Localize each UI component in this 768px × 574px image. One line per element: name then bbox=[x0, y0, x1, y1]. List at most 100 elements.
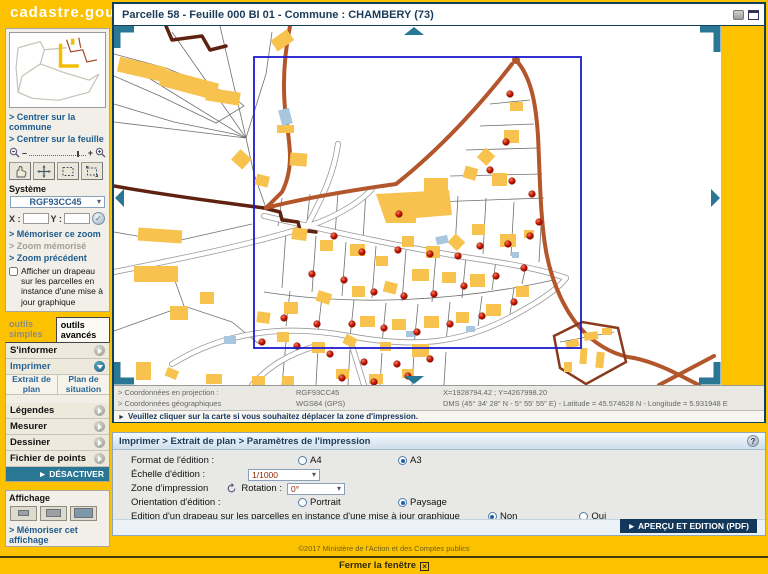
apercu-edition-pdf-button[interactable]: ► APERÇU ET EDITION (PDF) bbox=[620, 519, 757, 533]
extrait-de-plan-link[interactable]: Extrait de plan bbox=[6, 374, 58, 394]
print-zone-label: Zone d'impression bbox=[131, 483, 208, 494]
scale-select[interactable]: 1/1000 ▾ bbox=[248, 469, 320, 481]
radio-a4[interactable] bbox=[298, 456, 307, 465]
expand-arrow-icon[interactable] bbox=[94, 345, 105, 356]
print-panel-header: Imprimer > Extrait de plan > Paramètres … bbox=[113, 433, 765, 450]
memorize-zoom-link[interactable]: > Mémoriser ce zoom bbox=[6, 228, 109, 240]
pan-up-arrow[interactable] bbox=[404, 27, 424, 35]
pan-left-arrow[interactable] bbox=[115, 189, 124, 207]
move-crosshair-icon bbox=[37, 165, 51, 178]
pdf-button-label: APERÇU ET EDITION (PDF) bbox=[638, 521, 749, 531]
scale-value: 1/1000 bbox=[252, 470, 278, 480]
close-icon[interactable]: × bbox=[420, 562, 429, 571]
print-panel-body: Format de l'édition : A4 A3 Échelle d'éd… bbox=[113, 450, 765, 523]
format-row: Format de l'édition : A4 A3 bbox=[131, 454, 765, 467]
rotation-label: Rotation : bbox=[241, 483, 282, 494]
tool-mesurer-label: Mesurer bbox=[10, 421, 47, 432]
y-coordinate-input[interactable] bbox=[64, 213, 90, 224]
tool-imprimer[interactable]: Imprimer bbox=[6, 359, 109, 375]
map-area bbox=[114, 26, 764, 385]
close-window-link[interactable]: Fermer la fenêtre bbox=[339, 560, 416, 571]
window-title: Parcelle 58 - Feuille 000 BI 01 - Commun… bbox=[122, 9, 729, 21]
zoom-slider[interactable] bbox=[29, 149, 86, 156]
show-flag-checkbox[interactable] bbox=[9, 267, 18, 276]
collapse-arrow-icon[interactable] bbox=[94, 361, 105, 372]
selection-rectangle-icon bbox=[61, 165, 75, 178]
minimap-view-extent bbox=[61, 39, 79, 66]
tool-sinformer[interactable]: S'informer bbox=[6, 343, 109, 359]
orientation-portrait-option[interactable]: Portrait bbox=[298, 497, 398, 508]
projection-system: RGF93CC45 bbox=[296, 388, 443, 397]
geographic-coords-label: > Coordonnées géographiques bbox=[118, 399, 296, 408]
projection-values: X=1928794.42 ; Y=4267998.20 bbox=[443, 388, 760, 397]
orientation-paysage-option[interactable]: Paysage bbox=[398, 497, 447, 508]
map-canvas[interactable] bbox=[114, 26, 721, 385]
format-a3-option[interactable]: A3 bbox=[398, 455, 422, 466]
desactiver-button[interactable]: ► DÉSACTIVER bbox=[6, 467, 109, 481]
zoom-slider-handle[interactable] bbox=[77, 151, 79, 157]
rotate-icon[interactable] bbox=[226, 483, 237, 494]
portrait-label: Portrait bbox=[310, 497, 341, 508]
tab-outils-avances[interactable]: outils avancés bbox=[56, 317, 110, 342]
plan-de-situation-link[interactable]: Plan de situation bbox=[58, 374, 109, 394]
projection-coords-label: > Coordonnées en projection : bbox=[118, 388, 296, 397]
slider-minus[interactable]: – bbox=[22, 148, 27, 158]
extent-rectangle-icon bbox=[85, 165, 99, 178]
tool-dessiner[interactable]: Dessiner bbox=[6, 435, 109, 451]
chevron-down-icon: ▾ bbox=[97, 198, 101, 206]
recenter-tool[interactable] bbox=[33, 162, 55, 180]
arrow-right-icon: ► bbox=[118, 414, 125, 421]
help-icon[interactable]: ? bbox=[747, 435, 759, 447]
print-icon[interactable] bbox=[733, 10, 744, 20]
pan-right-arrow[interactable] bbox=[711, 189, 720, 207]
expand-arrow-icon[interactable] bbox=[94, 437, 105, 448]
tool-imprimer-label: Imprimer bbox=[10, 361, 51, 372]
expand-arrow-icon[interactable] bbox=[94, 453, 105, 464]
scale-label: Échelle d'édition : bbox=[131, 469, 248, 480]
tab-outils-simples[interactable]: outils simples bbox=[5, 317, 56, 342]
display-large-button[interactable] bbox=[70, 506, 97, 521]
map-window: Parcelle 58 - Feuille 000 BI 01 - Commun… bbox=[112, 2, 766, 423]
x-coordinate-input[interactable] bbox=[23, 213, 49, 224]
tool-fichier-label: Fichier de points bbox=[10, 453, 86, 464]
copyright-text: ©2017 Ministère de l'Action et des Compt… bbox=[0, 544, 768, 553]
radio-a3[interactable] bbox=[398, 456, 407, 465]
slider-plus[interactable]: + bbox=[88, 148, 93, 158]
previous-zoom-link[interactable]: > Zoom précédent bbox=[6, 252, 109, 264]
zoom-in-icon[interactable] bbox=[95, 147, 106, 158]
zoom-box-tool[interactable] bbox=[57, 162, 79, 180]
rotation-select[interactable]: 0°▾ bbox=[287, 483, 345, 495]
full-extent-tool[interactable] bbox=[81, 162, 103, 180]
display-small-button[interactable] bbox=[10, 506, 37, 521]
display-medium-button[interactable] bbox=[40, 506, 67, 521]
format-label: Format de l'édition : bbox=[131, 455, 298, 466]
expand-arrow-icon[interactable] bbox=[94, 421, 105, 432]
chevron-down-icon: ▾ bbox=[312, 470, 316, 479]
footer-divider bbox=[0, 556, 768, 558]
radio-paysage[interactable] bbox=[398, 498, 407, 507]
system-label: Système bbox=[6, 182, 109, 195]
minimap-canvas bbox=[10, 33, 105, 107]
sidebar: > Centrer sur la commune > Centrer sur l… bbox=[5, 28, 110, 547]
instruction-message: ►Veuillez cliquer sur la carte si vous s… bbox=[114, 410, 764, 422]
tool-dessiner-label: Dessiner bbox=[10, 437, 50, 448]
show-flag-label: Afficher un drapeau sur les parcelles en… bbox=[21, 266, 106, 307]
expand-arrow-icon[interactable] bbox=[94, 405, 105, 416]
overview-minimap[interactable] bbox=[9, 32, 106, 108]
zoom-slider-row: – + bbox=[6, 145, 109, 160]
pan-down-arrow[interactable] bbox=[404, 376, 424, 384]
center-on-sheet-link[interactable]: > Centrer sur la feuille bbox=[6, 133, 109, 145]
center-on-commune-link[interactable]: > Centrer sur la commune bbox=[6, 111, 109, 133]
arrow-right-icon: ► bbox=[38, 469, 49, 479]
zoom-out-icon[interactable] bbox=[9, 147, 20, 158]
memorize-display-link[interactable]: > Mémoriser cet affichage bbox=[6, 524, 109, 546]
tool-fichier-de-points[interactable]: Fichier de points bbox=[6, 451, 109, 467]
tool-legendes[interactable]: Légendes bbox=[6, 403, 109, 419]
maximize-icon[interactable] bbox=[748, 10, 759, 20]
tool-mesurer[interactable]: Mesurer bbox=[6, 419, 109, 435]
projection-system-select[interactable]: RGF93CC45▾ bbox=[10, 196, 105, 208]
validate-coordinates-button[interactable]: ✓ bbox=[92, 212, 105, 225]
format-a4-option[interactable]: A4 bbox=[298, 455, 398, 466]
radio-portrait[interactable] bbox=[298, 498, 307, 507]
pan-hand-tool[interactable] bbox=[9, 162, 31, 180]
